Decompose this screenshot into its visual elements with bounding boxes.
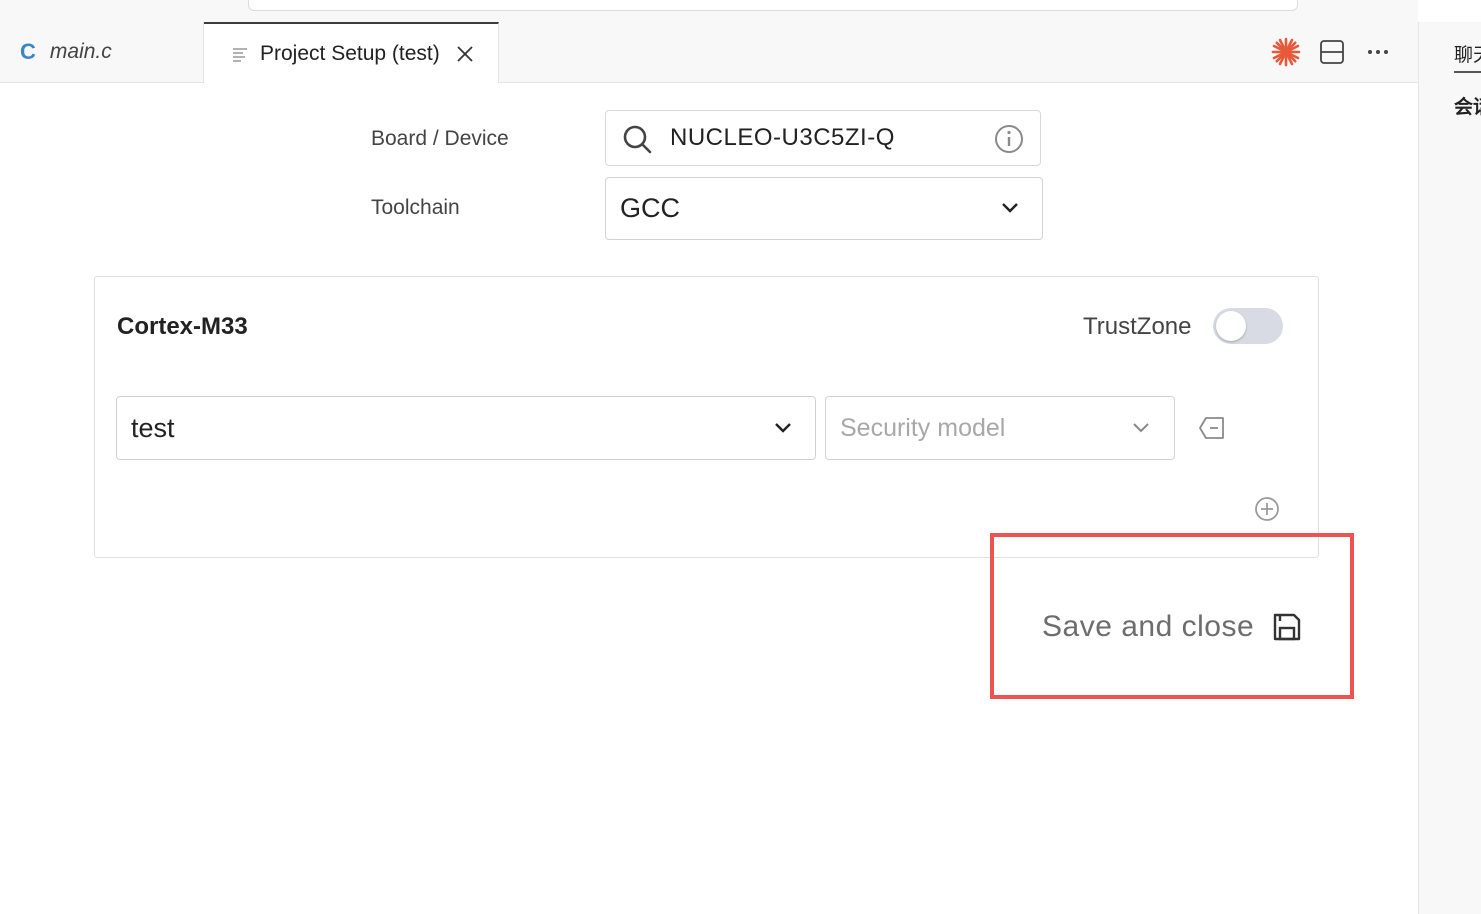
save-and-close-button[interactable]: Save and close	[1042, 610, 1302, 644]
toolchain-label: Toolchain	[371, 196, 460, 219]
core-name: Cortex-M33	[117, 313, 248, 340]
tab-label: Project Setup (test)	[260, 41, 440, 65]
security-model-select[interactable]: Security model	[825, 396, 1175, 460]
preview-file-icon	[232, 46, 248, 62]
chevron-down-icon	[773, 421, 793, 440]
save-icon	[1272, 612, 1302, 642]
tab-label: main.c	[49, 40, 112, 63]
session-heading: 会话	[1454, 97, 1481, 118]
toolchain-select[interactable]: GCC	[605, 177, 1043, 240]
board-device-field[interactable]: NUCLEO-U3C5ZI-Q	[605, 110, 1041, 166]
tab-main-c[interactable]: C main.c	[0, 22, 204, 82]
secondary-side-bar: 聊天 会话	[1418, 22, 1481, 914]
close-tab-icon[interactable]	[456, 45, 474, 63]
trustzone-toggle[interactable]	[1213, 308, 1283, 344]
info-icon[interactable]	[994, 124, 1024, 159]
toolchain-value: GCC	[620, 193, 680, 223]
project-value: test	[131, 413, 175, 443]
security-model-placeholder: Security model	[840, 414, 1006, 442]
board-device-value: NUCLEO-U3C5ZI-Q	[670, 124, 895, 151]
core-card: Cortex-M33 TrustZone test Security model	[94, 276, 1319, 558]
project-select[interactable]: test	[116, 396, 816, 460]
toggle-knob	[1216, 311, 1246, 341]
save-and-close-label: Save and close	[1042, 610, 1255, 643]
chat-tab[interactable]: 聊天	[1454, 40, 1481, 73]
more-actions-icon[interactable]	[1366, 22, 1390, 82]
title-bar	[0, 0, 1418, 23]
board-device-label: Board / Device	[371, 127, 509, 150]
trustzone-label: TrustZone	[1083, 313, 1192, 340]
chevron-down-icon	[1131, 421, 1151, 440]
split-editor-icon[interactable]	[1318, 22, 1346, 82]
chevron-down-icon	[1000, 201, 1020, 220]
remove-row-icon[interactable]	[1198, 416, 1226, 445]
c-file-icon: C	[20, 39, 36, 64]
editor-tab-bar: C main.c Project Setup (test)	[0, 22, 1418, 83]
search-icon	[622, 124, 654, 161]
command-center-search[interactable]	[248, 0, 1298, 11]
starburst-icon[interactable]	[1270, 22, 1302, 82]
tab-project-setup[interactable]: Project Setup (test)	[204, 22, 499, 83]
add-row-icon[interactable]	[1254, 496, 1280, 527]
